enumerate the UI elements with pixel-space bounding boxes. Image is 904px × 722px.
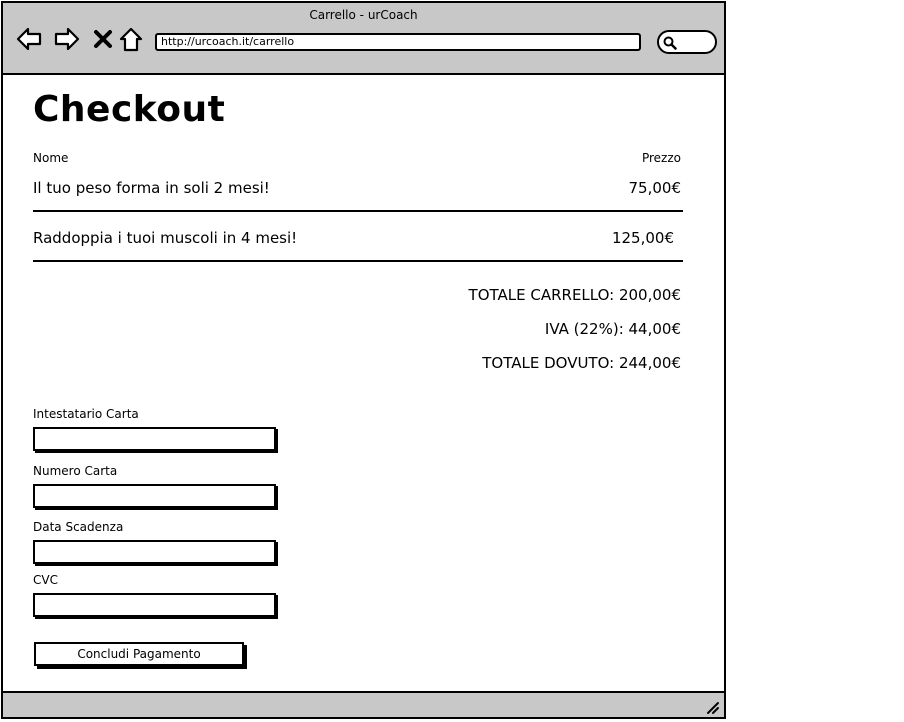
status-bar	[3, 691, 724, 717]
page-title: Checkout	[33, 89, 226, 130]
row-divider	[33, 210, 683, 212]
close-icon[interactable]	[89, 25, 117, 53]
card-holder-label: Intestatario Carta	[33, 407, 139, 421]
expiry-date-input[interactable]	[33, 540, 276, 564]
amount-due: TOTALE DOVUTO: 244,00€	[482, 354, 681, 372]
window-title: Carrello - urCoach	[309, 8, 418, 22]
cart-item-price: 125,00€	[611, 229, 674, 247]
row-divider	[33, 260, 683, 262]
cart-total: TOTALE CARRELLO: 200,00€	[468, 286, 681, 304]
page-content: Checkout Nome Prezzo Il tuo peso forma i…	[3, 75, 724, 691]
cart-item-name: Il tuo peso forma in soli 2 mesi!	[33, 179, 270, 197]
resize-grip-icon[interactable]	[704, 699, 720, 715]
complete-payment-button[interactable]: Concludi Pagamento	[34, 642, 244, 666]
cvc-label: CVC	[33, 573, 58, 587]
address-bar[interactable]: http://urcoach.it/carrello	[155, 33, 641, 51]
back-arrow-icon[interactable]	[15, 25, 43, 53]
card-holder-input[interactable]	[33, 427, 276, 451]
column-header-price: Prezzo	[641, 151, 681, 165]
cart-item-name: Raddoppia i tuoi muscoli in 4 mesi!	[33, 229, 298, 247]
card-number-label: Numero Carta	[33, 464, 118, 478]
vat-total: IVA (22%): 44,00€	[544, 320, 681, 338]
cart-item-price: 75,00€	[628, 179, 682, 197]
search-icon	[663, 36, 677, 50]
browser-window: Carrello - urCoach http://urcoach.it/car…	[1, 1, 726, 719]
home-icon[interactable]	[117, 25, 145, 53]
browser-toolbar: Carrello - urCoach http://urcoach.it/car…	[3, 3, 724, 75]
cvc-input[interactable]	[33, 593, 276, 617]
forward-arrow-icon[interactable]	[53, 25, 81, 53]
search-field[interactable]	[657, 30, 717, 54]
expiry-date-label: Data Scadenza	[33, 520, 124, 534]
card-number-input[interactable]	[33, 484, 276, 508]
column-header-name: Nome	[33, 151, 69, 165]
